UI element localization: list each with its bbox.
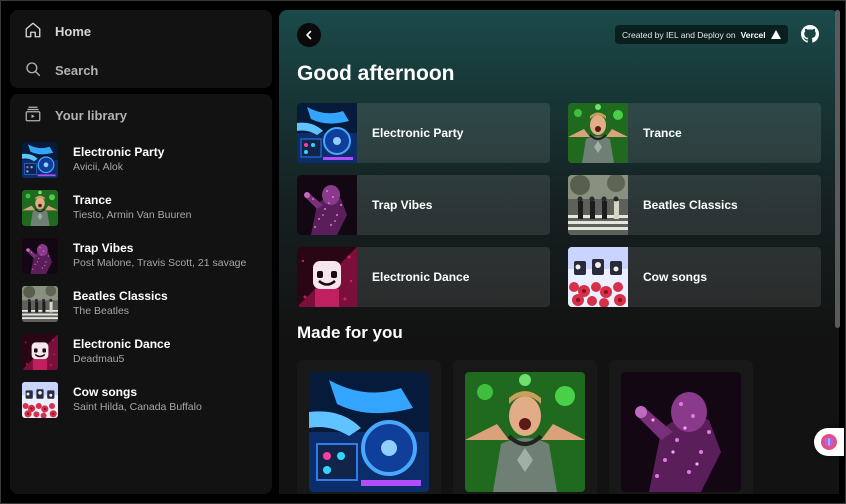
extension-button[interactable] [814,428,844,456]
library-item[interactable]: Electronic Dance Deadmau5 [22,328,262,376]
library-item-title: Trap Vibes [73,241,134,255]
playlist-cover [568,103,628,163]
section-title-made-for-you: Made for you [297,323,403,342]
brain-icon [820,433,838,451]
quick-pick-card[interactable]: Beatles Classics [568,175,821,235]
playlist-cover [465,372,585,492]
library-item-title: Electronic Dance [73,337,171,351]
library-icon [24,105,42,126]
playlist-cover [22,382,58,418]
playlist-cover [22,238,58,274]
quick-pick-label: Electronic Party [372,126,464,140]
playlist-cover [22,142,58,178]
quick-pick-label: Electronic Dance [372,270,470,284]
search-icon [24,60,42,81]
home-icon [24,21,42,42]
nav-home-label: Home [55,24,92,39]
quick-pick-label: Trap Vibes [372,198,433,212]
quick-pick-card[interactable]: Trance [568,103,821,163]
credit-text: Created by IEL and Deploy on [622,29,736,40]
playlist-cover [22,190,58,226]
quick-pick-card[interactable]: Electronic Dance [297,247,550,307]
made-for-you-card[interactable] [453,360,597,494]
main-content[interactable]: Created by IEL and Deploy on Vercel Good… [279,10,839,494]
playlist-cover [297,175,357,235]
main-scrollbar[interactable] [835,10,840,328]
library-list: Electronic Party Avicii, Alok Trance Tiest… [22,136,262,424]
nav-search-label: Search [55,63,99,78]
made-for-you-card[interactable] [609,360,753,494]
library-item-subtitle: Deadmau5 [73,353,125,365]
quick-pick-label: Cow songs [643,270,708,284]
library-item[interactable]: Cow songs Saint Hilda, Canada Buffalo [22,376,262,424]
library-item-title: Trance [73,193,112,207]
quick-pick-card[interactable]: Cow songs [568,247,821,307]
library-item[interactable]: Trance Tiesto, Armin Van Buuren [22,184,262,232]
library-item-subtitle: Saint Hilda, Canada Buffalo [73,401,202,413]
playlist-cover [568,247,628,307]
playlist-cover [297,103,357,163]
quick-pick-label: Beatles Classics [643,198,738,212]
credit-brand: Vercel [740,29,766,40]
quick-pick-card[interactable]: Electronic Party [297,103,550,163]
chevron-left-icon [303,29,315,41]
playlist-cover [22,334,58,370]
library-header[interactable]: Your library [24,105,127,126]
library-item-subtitle: Avicii, Alok [73,161,123,173]
playlist-cover [621,372,741,492]
vercel-icon [770,30,781,39]
playlist-cover [297,247,357,307]
github-icon[interactable] [801,25,819,43]
library-title: Your library [55,108,128,123]
library-item[interactable]: Beatles Classics The Beatles [22,280,262,328]
playlist-cover [22,286,58,322]
library-item-subtitle: The Beatles [73,305,130,317]
library-item-subtitle: Post Malone, Travis Scott, 21 savage [73,257,247,269]
library-item-title: Electronic Party [73,145,165,159]
playlist-cover [309,372,429,492]
quick-pick-label: Trance [643,126,682,140]
library-item[interactable]: Electronic Party Avicii, Alok [22,136,262,184]
library-item-title: Cow songs [73,385,138,399]
nav-search[interactable]: Search [24,60,98,81]
playlist-cover [568,175,628,235]
page-title: Good afternoon [297,62,455,85]
sidebar-nav: Home Search [10,10,272,88]
library-item[interactable]: Trap Vibes Post Malone, Travis Scott, 21 … [22,232,262,280]
library-panel: Your library Electronic Party Avicii, Alo… [10,94,272,494]
nav-home[interactable]: Home [24,21,91,42]
credit-badge[interactable]: Created by IEL and Deploy on Vercel [615,25,788,44]
library-item-subtitle: Tiesto, Armin Van Buuren [73,209,192,221]
library-item-title: Beatles Classics [73,289,168,303]
made-for-you-card[interactable] [297,360,441,494]
back-button[interactable] [297,23,321,47]
quick-pick-card[interactable]: Trap Vibes [297,175,550,235]
